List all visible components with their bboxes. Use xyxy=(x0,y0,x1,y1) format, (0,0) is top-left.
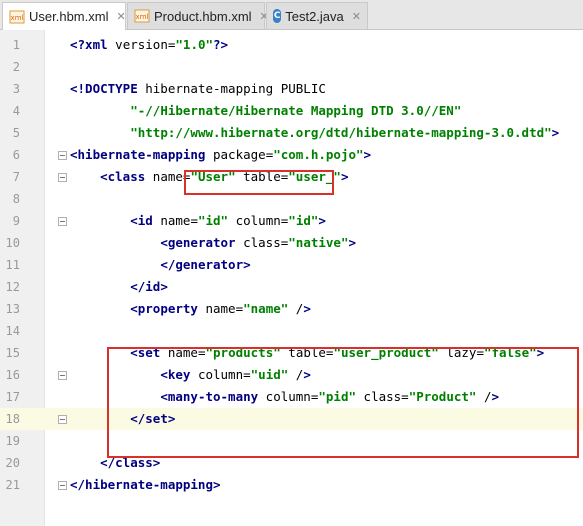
line-number: 10 xyxy=(5,236,20,250)
code-text: "http://www.hibernate.org/dtd/hibernate-… xyxy=(130,125,560,140)
close-icon[interactable]: ✕ xyxy=(352,10,361,23)
line-number: 11 xyxy=(5,258,20,272)
line-number: 8 xyxy=(12,192,20,206)
xml-file-icon: xml xyxy=(9,10,25,24)
tab-label: Product.hbm.xml xyxy=(154,8,252,24)
line-number: 20 xyxy=(5,456,20,470)
code-text: <hibernate-mapping package="com.h.pojo"> xyxy=(70,147,372,162)
line-number: 18 xyxy=(5,412,20,426)
close-icon[interactable]: ✕ xyxy=(116,10,125,23)
code-line[interactable]: 10 <generator class="native"> xyxy=(0,232,583,254)
fold-toggle-icon[interactable] xyxy=(58,371,67,380)
fold-toggle-icon[interactable] xyxy=(58,217,67,226)
line-number: 16 xyxy=(5,368,20,382)
tab-product-hbm-xml[interactable]: xml Product.hbm.xml ✕ xyxy=(127,2,269,29)
code-line[interactable]: 4 "-//Hibernate/Hibernate Mapping DTD 3.… xyxy=(0,100,583,122)
code-text: <property name="name" /> xyxy=(130,301,311,316)
line-number: 3 xyxy=(12,82,20,96)
line-number: 6 xyxy=(12,148,20,162)
highlight-box-class-table xyxy=(184,170,334,195)
tab-test2-java[interactable]: C Test2.java ✕ xyxy=(266,2,368,29)
line-number: 7 xyxy=(12,170,20,184)
code-line[interactable]: 9 <id name="id" column="id"> xyxy=(0,210,583,232)
line-number: 19 xyxy=(5,434,20,448)
fold-toggle-icon[interactable] xyxy=(58,151,67,160)
code-line[interactable]: 21 </hibernate-mapping> xyxy=(0,474,583,496)
java-class-icon: C xyxy=(273,9,282,23)
line-number: 9 xyxy=(12,214,20,228)
line-number: 1 xyxy=(12,38,20,52)
tab-label: Test2.java xyxy=(285,8,344,24)
code-text: </id> xyxy=(130,279,168,294)
tab-label: User.hbm.xml xyxy=(29,9,109,24)
fold-toggle-icon[interactable] xyxy=(58,481,67,490)
code-line[interactable]: 14 xyxy=(0,320,583,342)
code-text: </generator> xyxy=(160,257,251,272)
code-line[interactable]: 11 </generator> xyxy=(0,254,583,276)
line-number: 2 xyxy=(12,60,20,74)
line-number: 21 xyxy=(5,478,20,492)
code-line[interactable]: 12 </id> xyxy=(0,276,583,298)
code-line[interactable]: 3 <!DOCTYPE hibernate-mapping PUBLIC xyxy=(0,78,583,100)
line-number: 14 xyxy=(5,324,20,338)
fold-toggle-icon[interactable] xyxy=(58,415,67,424)
tab-user-hbm-xml[interactable]: xml User.hbm.xml ✕ xyxy=(2,2,126,30)
svg-text:xml: xml xyxy=(136,13,149,21)
fold-toggle-icon[interactable] xyxy=(58,173,67,182)
svg-text:xml: xml xyxy=(11,14,24,22)
editor-tab-bar: xml User.hbm.xml ✕ xml Product.hbm.xml ✕… xyxy=(0,0,583,30)
line-number: 15 xyxy=(5,346,20,360)
code-line[interactable]: 13 <property name="name" /> xyxy=(0,298,583,320)
highlight-box-set-mapping xyxy=(107,347,579,458)
line-number: 12 xyxy=(5,280,20,294)
code-line[interactable]: 6 <hibernate-mapping package="com.h.pojo"… xyxy=(0,144,583,166)
line-number: 17 xyxy=(5,390,20,404)
code-text: <generator class="native"> xyxy=(160,235,357,250)
line-number: 5 xyxy=(12,126,20,140)
line-number: 4 xyxy=(12,104,20,118)
code-text: <?xml version="1.0"?> xyxy=(70,37,229,52)
code-text: <!DOCTYPE hibernate-mapping PUBLIC xyxy=(70,81,326,96)
code-line[interactable]: 5 "http://www.hibernate.org/dtd/hibernat… xyxy=(0,122,583,144)
code-line[interactable]: 1 <?xml version="1.0"?> xyxy=(0,34,583,56)
code-text: </hibernate-mapping> xyxy=(70,477,221,492)
code-text: <id name="id" column="id"> xyxy=(130,213,326,228)
code-line[interactable]: 2 xyxy=(0,56,583,78)
line-number: 13 xyxy=(5,302,20,316)
xml-file-icon: xml xyxy=(134,9,150,23)
code-text: "-//Hibernate/Hibernate Mapping DTD 3.0/… xyxy=(130,103,462,118)
